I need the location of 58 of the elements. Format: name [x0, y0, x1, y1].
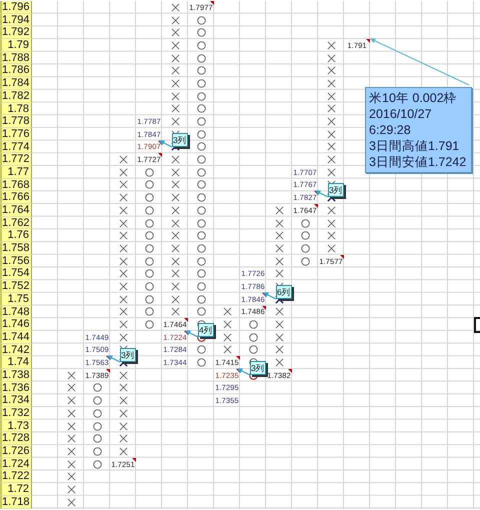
callout-label: 3列 [328, 183, 344, 198]
note-line: 2016/10/27 [369, 106, 433, 122]
pointer-arrow [263, 292, 277, 300]
row-label: 1.78 [0, 102, 32, 116]
row-label: 1.75 [0, 292, 32, 306]
row-label: 1.788 [0, 52, 32, 64]
pointer-arrow [185, 330, 199, 338]
pointer-arrow [315, 190, 329, 198]
pointer-arrow [159, 140, 173, 148]
row-label: 1.774 [0, 140, 32, 154]
row-label: 1.77 [0, 166, 32, 179]
note-line: 3日間安値1.7242 [369, 154, 468, 170]
row-label: 1.726 [0, 445, 32, 458]
row-label: 1.796 [0, 1, 32, 14]
row-label: 1.776 [0, 128, 32, 141]
row-label: 1.762 [0, 216, 32, 230]
row-label: 1.782 [0, 90, 32, 102]
row-label: 1.728 [0, 432, 32, 446]
callout-label: 3列 [250, 360, 266, 375]
row-label: 1.752 [0, 280, 32, 293]
row-label: 1.746 [0, 318, 32, 331]
row-label: 1.742 [0, 344, 32, 356]
row-label: 1.758 [0, 242, 32, 255]
row-label: 1.754 [0, 267, 32, 280]
row-label: 1.784 [0, 77, 32, 90]
pointer-arrow [107, 355, 121, 364]
row-label: 1.732 [0, 407, 32, 420]
row-label: 1.79 [0, 39, 32, 52]
row-label: 1.722 [0, 470, 32, 484]
row-label: 1.724 [0, 458, 32, 470]
row-label: 1.718 [0, 496, 32, 508]
note-line: 米10年 0.002枠 [369, 90, 458, 106]
row-label: 1.792 [0, 26, 32, 40]
row-label: 1.74 [0, 356, 32, 369]
row-label: 1.73 [0, 420, 32, 432]
callout-label: 3列 [120, 348, 136, 362]
pointer-arrow [237, 368, 251, 376]
cell-cursor [474, 317, 480, 334]
row-label: 1.748 [0, 306, 32, 318]
row-label: 1.768 [0, 178, 32, 192]
note-line: 6:29:28 [369, 122, 412, 138]
row-label: 1.764 [0, 204, 32, 217]
row-label: 1.772 [0, 153, 32, 166]
callout-label: 6列 [276, 284, 292, 299]
row-label: 1.76 [0, 229, 32, 242]
row-label: 1.794 [0, 14, 32, 26]
row-label: 1.738 [0, 368, 32, 382]
row-label: 1.786 [0, 64, 32, 78]
row-label: 1.778 [0, 115, 32, 128]
row-label: 1.734 [0, 394, 32, 407]
note-line: 3日間高値1.791 [369, 138, 460, 154]
row-label: 1.72 [0, 483, 32, 496]
callout-label: 3列 [172, 132, 188, 147]
row-label: 1.736 [0, 382, 32, 394]
row-label: 1.744 [0, 330, 32, 344]
row-label: 1.756 [0, 254, 32, 268]
callout-label: 4列 [198, 322, 214, 337]
row-label: 1.766 [0, 191, 32, 204]
